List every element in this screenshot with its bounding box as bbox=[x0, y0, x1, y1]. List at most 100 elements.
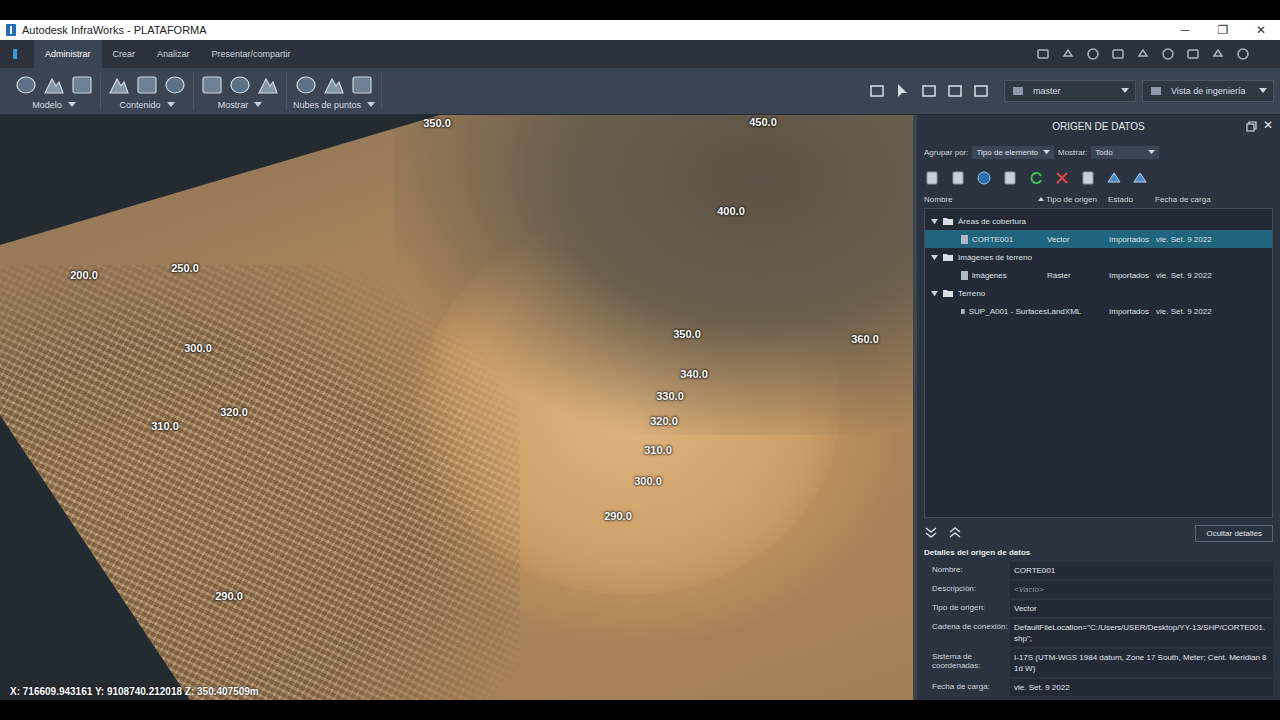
contour-label: 300.0 bbox=[184, 342, 212, 354]
view-tool-icon[interactable] bbox=[868, 82, 886, 100]
view-tool-icon[interactable] bbox=[920, 82, 938, 100]
column-header[interactable]: Tipo de origen bbox=[1046, 195, 1108, 204]
contour-label: 200.0 bbox=[70, 269, 98, 281]
ribbon-dropdown[interactable]: Vista de ingeniería bbox=[1142, 80, 1274, 102]
contour-label: 450.0 bbox=[749, 116, 777, 128]
expand-caret-icon[interactable] bbox=[931, 218, 938, 225]
ribbon-dropdown[interactable]: master bbox=[1004, 80, 1136, 102]
contour-label: 400.0 bbox=[717, 205, 745, 217]
detail-field: Tipo de origen:Vector bbox=[924, 600, 1273, 617]
detail-field: Cadena de conexión:DefaultFileLocation="… bbox=[924, 619, 1273, 647]
column-header[interactable]: Nombre bbox=[924, 195, 1046, 204]
quick-access-icon[interactable] bbox=[1061, 47, 1075, 61]
quick-access-icon[interactable] bbox=[1161, 47, 1175, 61]
ribbon-tool-icon[interactable] bbox=[200, 73, 224, 97]
window-control-button[interactable]: ✕ bbox=[1242, 23, 1280, 37]
tree-item[interactable]: imágenesRásterImportadosvie. Set. 9 2022 bbox=[925, 266, 1272, 284]
expand-all-icon[interactable] bbox=[948, 527, 962, 539]
detail-value[interactable]: vie. Set. 9 2022 bbox=[1010, 679, 1273, 696]
dropdown-arrow-icon bbox=[1043, 150, 1050, 155]
ribbon-group-label[interactable]: Contenido bbox=[119, 100, 174, 110]
expand-caret-icon[interactable] bbox=[931, 290, 938, 297]
quick-access-icon[interactable] bbox=[1136, 47, 1150, 61]
contour-label: 320.0 bbox=[650, 415, 678, 427]
ribbon-group-label[interactable]: Modelo bbox=[32, 100, 76, 110]
3d-viewport[interactable]: 350.0450.0400.0200.0250.0300.0350.0360.0… bbox=[0, 115, 913, 700]
panel-tool-icon[interactable] bbox=[1080, 170, 1096, 186]
collapse-all-icon[interactable] bbox=[924, 527, 938, 539]
panel-tool-icon[interactable] bbox=[924, 170, 940, 186]
letterbox-bottom bbox=[0, 700, 1280, 720]
view-tool-icon[interactable] bbox=[894, 82, 912, 100]
tree-group[interactable]: Terreno bbox=[925, 284, 1272, 302]
panel-tool-icon[interactable] bbox=[1132, 170, 1148, 186]
filter-row: Agrupar por:Tipo de elementoMostrar:Todo bbox=[924, 138, 1273, 166]
show-dropdown[interactable]: Todo bbox=[1091, 146, 1159, 159]
quick-access-icon[interactable] bbox=[1211, 47, 1225, 61]
quick-access-icon[interactable] bbox=[1036, 47, 1050, 61]
hide-details-button[interactable]: Ocultar detalles bbox=[1195, 525, 1273, 542]
app-window: Autodesk InfraWorks - PLATAFORMA─❐✕Admin… bbox=[0, 0, 1280, 720]
ribbon-group-label[interactable]: Mostrar bbox=[218, 100, 263, 110]
file-icon bbox=[961, 271, 968, 280]
detail-value[interactable]: I-17S (UTM-WGS 1984 datum, Zone 17 South… bbox=[1010, 649, 1273, 677]
ribbon-group: Contenido bbox=[101, 73, 194, 110]
detail-value[interactable]: CORTE001 bbox=[1010, 562, 1273, 579]
quick-access-icon[interactable] bbox=[1236, 47, 1250, 61]
ribbon-tool-icon[interactable] bbox=[322, 73, 346, 97]
group-by-dropdown[interactable]: Tipo de elemento bbox=[972, 146, 1054, 159]
ribbon-tool-icon[interactable] bbox=[163, 73, 187, 97]
details-form: Nombre:CORTE001Descripción:<Vacío>Tipo d… bbox=[924, 562, 1273, 696]
ribbon-tool-icon[interactable] bbox=[350, 73, 374, 97]
panel-close-button[interactable]: ✕ bbox=[1263, 118, 1273, 132]
panel-tool-icon[interactable] bbox=[1002, 170, 1018, 186]
ribbon-tool-icon[interactable] bbox=[135, 73, 159, 97]
folder-icon bbox=[943, 253, 953, 261]
quick-access-icon[interactable] bbox=[1111, 47, 1125, 61]
detail-label: Nombre: bbox=[924, 562, 1010, 574]
restore-icon[interactable] bbox=[1246, 121, 1257, 132]
panel-tool-icon[interactable] bbox=[1106, 170, 1122, 186]
expand-caret-icon[interactable] bbox=[931, 254, 938, 261]
detail-value[interactable]: <Vacío> bbox=[1010, 581, 1273, 598]
group-by-label: Agrupar por: bbox=[924, 148, 968, 157]
column-header[interactable]: Estado bbox=[1108, 195, 1155, 204]
tree-group[interactable]: Áreas de cobertura bbox=[925, 212, 1272, 230]
view-tool-icon[interactable] bbox=[946, 82, 964, 100]
tree-item[interactable]: CORTE001VectorImportadosvie. Set. 9 2022 bbox=[925, 230, 1272, 248]
ribbon-tab[interactable]: Analizar bbox=[146, 40, 201, 68]
ribbon-tool-icon[interactable] bbox=[228, 73, 252, 97]
detail-value[interactable]: Vector bbox=[1010, 600, 1273, 617]
ribbon-tab[interactable]: Administrar bbox=[34, 40, 102, 68]
dropdown-arrow-icon bbox=[68, 102, 76, 108]
detail-value[interactable]: DefaultFileLocation="C:/Users/USER/Deskt… bbox=[1010, 619, 1273, 647]
column-header[interactable]: Fecha de carga bbox=[1155, 195, 1273, 204]
contour-label: 290.0 bbox=[215, 590, 243, 602]
ribbon-tool-icon[interactable] bbox=[256, 73, 280, 97]
details-toggle-row: Ocultar detalles bbox=[924, 518, 1273, 546]
ribbon-tool-icon[interactable] bbox=[42, 73, 66, 97]
ribbon-tool-icon[interactable] bbox=[294, 73, 318, 97]
panel-tool-icon[interactable] bbox=[1054, 170, 1070, 186]
app-menu-icon[interactable] bbox=[8, 47, 22, 61]
panel-tool-icon[interactable] bbox=[976, 170, 992, 186]
tree-item[interactable]: SUP_A001 - SurfacesLandXMLImportadosvie.… bbox=[925, 302, 1272, 320]
ribbon-tool-icon[interactable] bbox=[14, 73, 38, 97]
ribbon-tab[interactable]: Crear bbox=[102, 40, 147, 68]
panel-tool-icon[interactable] bbox=[950, 170, 966, 186]
view-tool-icon[interactable] bbox=[972, 82, 990, 100]
ribbon-tab[interactable]: Presentar/compartir bbox=[201, 40, 302, 68]
panel-tool-icon[interactable] bbox=[1028, 170, 1044, 186]
ribbon-group: Nubes de puntos bbox=[287, 73, 382, 110]
quick-access-icon[interactable] bbox=[1186, 47, 1200, 61]
quick-access-icon[interactable] bbox=[1086, 47, 1100, 61]
data-source-tree: Áreas de coberturaCORTE001VectorImportad… bbox=[924, 208, 1273, 518]
window-control-button[interactable]: ─ bbox=[1166, 23, 1204, 37]
tree-group[interactable]: Imágenes de terreno bbox=[925, 248, 1272, 266]
ribbon-group-label[interactable]: Nubes de puntos bbox=[293, 100, 375, 110]
ribbon-tool-icon[interactable] bbox=[107, 73, 131, 97]
ribbon-tool-icon[interactable] bbox=[70, 73, 94, 97]
sort-ascending-icon bbox=[1038, 197, 1044, 201]
window-control-button[interactable]: ❐ bbox=[1204, 23, 1242, 37]
data-sources-panel: ORIGEN DE DATOS✕Agrupar por:Tipo de elem… bbox=[917, 115, 1280, 700]
